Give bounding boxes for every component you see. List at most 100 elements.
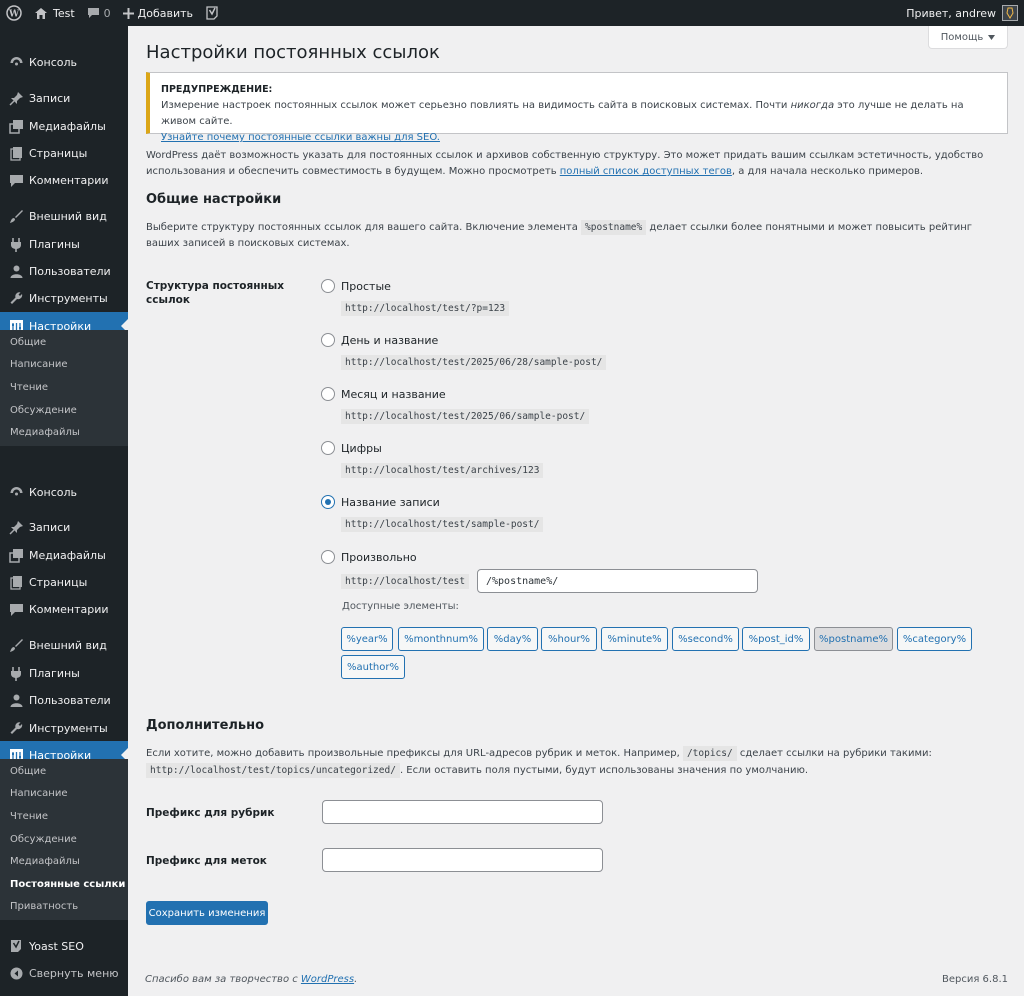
sidebar-item-media[interactable]: Медиафайлы	[0, 112, 128, 140]
site-name-link[interactable]: Test	[28, 0, 81, 26]
tags-list-link[interactable]: полный список доступных тегов	[560, 166, 732, 177]
sidebar-item-users[interactable]: Пользователи	[0, 686, 128, 714]
yoast-adminbar-icon[interactable]	[199, 0, 225, 26]
radio-button[interactable]	[321, 495, 335, 509]
common-settings-heading: Общие настройки	[146, 192, 282, 207]
common-settings-description: Выберите структуру постоянных ссылок для…	[146, 220, 972, 249]
radio-button[interactable]	[321, 441, 335, 455]
structure-tag-button[interactable]: %year%	[341, 627, 393, 651]
wrench-icon	[7, 719, 25, 737]
sidebar-item-label: Комментарии	[29, 173, 109, 187]
submenu-item[interactable]: Обсуждение	[0, 828, 128, 851]
structure-tag-button[interactable]: %monthnum%	[398, 627, 484, 651]
admin-sidebar: Консоль Записи Медиафайлы Страницы Комментар…	[0, 26, 128, 996]
submenu-item[interactable]: Чтение	[0, 376, 128, 399]
dashboard-icon	[7, 53, 25, 71]
sidebar-item-users[interactable]: Пользователи	[0, 257, 128, 285]
sidebar-item-label: Страницы	[29, 575, 88, 589]
radio-button[interactable]	[321, 550, 335, 564]
structure-tag-button[interactable]: %author%	[341, 655, 405, 679]
sidebar-item-comments[interactable]: Комментарии	[0, 166, 128, 194]
avatar[interactable]	[1002, 5, 1018, 21]
sidebar-item-brush[interactable]: Внешний вид	[0, 631, 128, 659]
comments-count: 0	[103, 6, 111, 20]
sidebar-item-label: Пользователи	[29, 693, 111, 707]
sidebar-item-dashboard[interactable]: Консоль	[0, 48, 128, 76]
save-changes-button[interactable]: Сохранить изменения	[146, 901, 268, 925]
caret-down-icon	[988, 32, 996, 43]
structure-tag-button[interactable]: %category%	[897, 627, 972, 651]
permalink-option-label: День и название	[341, 333, 439, 347]
submenu-item[interactable]: Общие	[0, 760, 128, 783]
collapse-menu-button[interactable]: Свернуть меню	[0, 959, 128, 987]
radio-button[interactable]	[321, 333, 335, 347]
submenu-item[interactable]: Медиафайлы	[0, 421, 128, 444]
dashboard-icon	[7, 483, 25, 501]
comments-link[interactable]: 0	[81, 0, 117, 26]
submenu-item[interactable]: Написание	[0, 783, 128, 806]
permalink-option[interactable]: Простые	[321, 279, 391, 293]
sidebar-item-label: Внешний вид	[29, 638, 107, 652]
permalink-option-label: Произвольно	[341, 550, 417, 564]
sidebar-item-media[interactable]: Медиафайлы	[0, 541, 128, 569]
submenu-item[interactable]: Постоянные ссылки	[0, 873, 128, 896]
svg-text:W: W	[8, 10, 20, 20]
sidebar-item-pages[interactable]: Страницы	[0, 139, 128, 167]
brush-icon	[7, 207, 25, 225]
settings-submenu: Общие Написание Чтение Обсуждение Медиафайлы	[0, 330, 128, 446]
structure-field-label: Структура постоянных ссылок	[146, 280, 284, 306]
sidebar-item-comments[interactable]: Комментарии	[0, 595, 128, 623]
submenu-item[interactable]: Обсуждение	[0, 399, 128, 422]
pages-icon	[7, 573, 25, 591]
submenu-item[interactable]: Общие	[0, 331, 128, 354]
permalink-option[interactable]: Месяц и название	[321, 387, 446, 401]
footer-version: Версия 6.8.1	[942, 974, 1008, 985]
sidebar-item-label: Yoast SEO	[29, 939, 84, 953]
wordpress-logo-icon[interactable]: W	[0, 0, 28, 26]
site-name: Test	[53, 6, 75, 20]
help-button-label: Помощь	[940, 31, 984, 43]
radio-button[interactable]	[321, 387, 335, 401]
permalink-option[interactable]: Произвольно	[321, 550, 417, 564]
help-button[interactable]: Помощь	[928, 26, 1008, 49]
sidebar-item-pin[interactable]: Записи	[0, 84, 128, 112]
submenu-item[interactable]: Написание	[0, 354, 128, 377]
structure-tag-button[interactable]: %hour%	[541, 627, 597, 651]
sidebar-item-brush[interactable]: Внешний вид	[0, 202, 128, 230]
notice-text: Измерение настроек постоянных ссылок мож…	[161, 100, 964, 127]
sidebar-item-yoast[interactable]: Yoast SEO	[0, 932, 128, 960]
add-new-link[interactable]: Добавить	[117, 0, 199, 26]
structure-tag-button[interactable]: %second%	[672, 627, 739, 651]
sidebar-item-label: Консоль	[29, 485, 78, 499]
collapse-menu-label: Свернуть меню	[29, 966, 119, 980]
permalink-option[interactable]: Цифры	[321, 441, 382, 455]
permalink-option-label: Простые	[341, 279, 391, 293]
sidebar-item-wrench[interactable]: Инструменты	[0, 714, 128, 742]
sidebar-item-dashboard[interactable]: Консоль	[0, 478, 128, 506]
structure-tag-button[interactable]: %minute%	[601, 627, 668, 651]
page-title: Настройки постоянных ссылок	[146, 42, 440, 63]
sidebar-item-pages[interactable]: Страницы	[0, 568, 128, 596]
wordpress-link[interactable]: WordPress	[301, 974, 354, 985]
yoast-icon	[7, 937, 25, 955]
structure-tag-button[interactable]: %day%	[487, 627, 538, 651]
submenu-item[interactable]: Приватность	[0, 896, 128, 919]
radio-button[interactable]	[321, 279, 335, 293]
submenu-item[interactable]: Чтение	[0, 805, 128, 828]
user-greeting[interactable]: Привет, andrew	[906, 7, 996, 20]
tag-prefix-input[interactable]	[322, 848, 603, 872]
sidebar-item-plugin[interactable]: Плагины	[0, 230, 128, 258]
sidebar-item-wrench[interactable]: Инструменты	[0, 284, 128, 312]
sidebar-item-plugin[interactable]: Плагины	[0, 659, 128, 687]
permalink-option[interactable]: Название записи	[321, 495, 440, 509]
category-prefix-input[interactable]	[322, 800, 603, 824]
brush-icon	[7, 636, 25, 654]
structure-tag-button[interactable]: %post_id%	[742, 627, 810, 651]
permalink-option[interactable]: День и название	[321, 333, 438, 347]
seo-learn-more-link[interactable]: Узнайте почему постоянные ссылки важны д…	[161, 132, 440, 143]
sidebar-item-pin[interactable]: Записи	[0, 513, 128, 541]
submenu-item[interactable]: Медиафайлы	[0, 850, 128, 873]
plugin-icon	[7, 235, 25, 253]
structure-tag-button[interactable]: %postname%	[814, 627, 893, 651]
custom-structure-input[interactable]: /%postname%/	[477, 569, 758, 593]
